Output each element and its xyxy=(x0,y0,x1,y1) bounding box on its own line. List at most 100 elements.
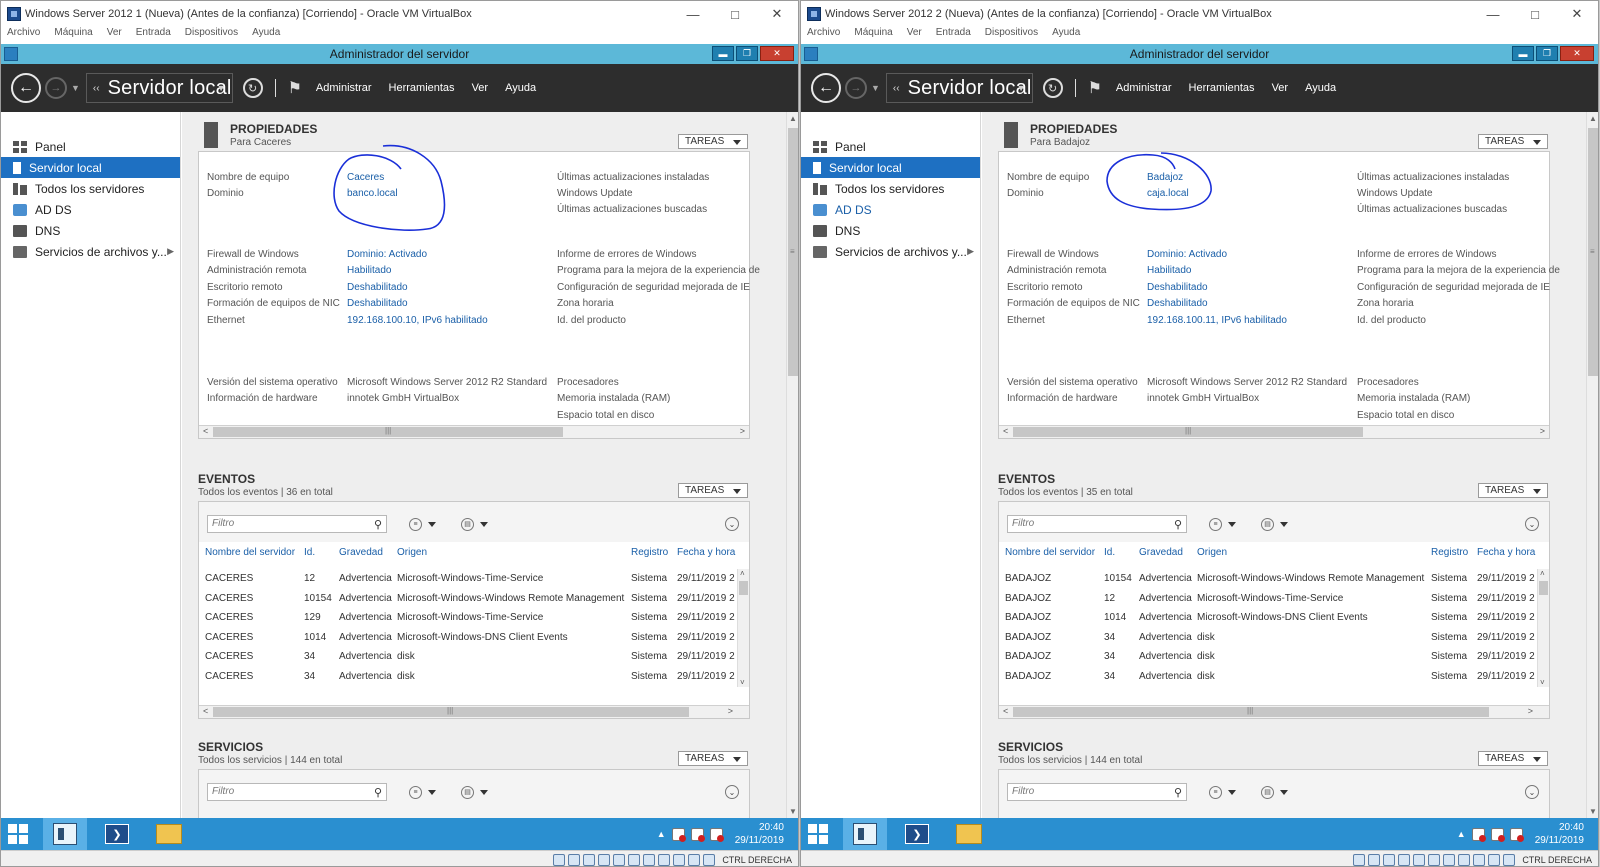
usb-icon[interactable] xyxy=(1413,853,1426,866)
expand-icon[interactable]: ⌄ xyxy=(725,517,739,531)
scroll-right-icon[interactable]: > xyxy=(740,426,745,436)
sidebar-item-todos-servidores[interactable]: Todos los servidores xyxy=(1,178,180,199)
menu-ayuda[interactable]: Ayuda xyxy=(252,27,280,44)
maximize-icon[interactable]: □ xyxy=(714,1,756,27)
table-row[interactable]: BADAJOZ 10154 Advertencia Microsoft-Windows… xyxy=(999,573,1549,593)
expand-icon[interactable]: ⌄ xyxy=(1525,517,1539,531)
search-icon[interactable]: ⚲ xyxy=(374,785,382,801)
scroll-right-icon[interactable]: > xyxy=(1540,426,1545,436)
events-vscrollbar[interactable]: ˄ ˅ xyxy=(737,569,749,687)
save-query-button[interactable]: ▤ xyxy=(461,784,491,800)
scroll-thumb[interactable] xyxy=(739,581,748,595)
forward-icon[interactable]: → xyxy=(845,77,867,99)
action-center-icon[interactable] xyxy=(690,827,705,842)
scroll-left-icon[interactable]: < xyxy=(203,706,208,716)
col-servidor[interactable]: Nombre del servidor xyxy=(1005,547,1095,558)
events-vscrollbar[interactable]: ˄ ˅ xyxy=(1537,569,1549,687)
search-icon[interactable]: ⚲ xyxy=(1174,517,1182,533)
hdd-icon[interactable] xyxy=(553,853,566,866)
table-row[interactable]: CACERES 1014 Advertencia Microsoft-Windows-… xyxy=(199,632,749,652)
list-options-button[interactable]: ≡ xyxy=(409,784,439,800)
action-center-icon[interactable] xyxy=(1490,827,1505,842)
sidebar-item-ad-ds[interactable]: AD DS xyxy=(1,199,180,220)
notifications-flag-icon[interactable]: ⚑ xyxy=(1088,78,1102,98)
save-query-button[interactable]: ▤ xyxy=(1261,516,1291,532)
cpu-icon[interactable] xyxy=(673,853,686,866)
value-ethernet[interactable]: 192.168.100.10, IPv6 habilitado xyxy=(347,315,488,326)
sm-restore-icon[interactable]: ❐ xyxy=(736,46,758,61)
menu-ayuda-sm[interactable]: Ayuda xyxy=(1305,82,1336,94)
shared-folders-icon[interactable] xyxy=(628,853,641,866)
sidebar-item-servicios-archivos[interactable]: Servicios de archivos y... ▶ xyxy=(801,241,980,262)
usb-icon[interactable] xyxy=(613,853,626,866)
show-hidden-icons-icon[interactable]: ▲ xyxy=(657,829,666,839)
chevron-right-icon[interactable]: ▶ xyxy=(967,246,974,257)
menu-ver[interactable]: Ver xyxy=(907,27,922,44)
sidebar-item-panel[interactable]: Panel xyxy=(801,136,980,157)
expand-icon[interactable]: ⌄ xyxy=(1525,785,1539,799)
network-icon[interactable] xyxy=(671,827,686,842)
sidebar-item-servidor-local[interactable]: Servidor local xyxy=(801,157,980,178)
table-row[interactable]: CACERES 129 Advertencia Microsoft-Windows-T… xyxy=(199,612,749,632)
close-icon[interactable]: ✕ xyxy=(756,1,798,27)
refresh-icon[interactable]: ↻ xyxy=(1042,78,1063,98)
col-registro[interactable]: Registro xyxy=(1431,547,1468,558)
clock[interactable]: 20:40 29/11/2019 xyxy=(735,821,784,847)
taskbar-powershell[interactable]: ❯ xyxy=(95,818,139,850)
properties-hscrollbar[interactable]: < ||| > xyxy=(999,425,1549,438)
value-admin-remota[interactable]: Habilitado xyxy=(1147,265,1191,276)
menu-ver-sm[interactable]: Ver xyxy=(1272,82,1289,94)
main-vscrollbar[interactable]: ▲ ≡ ▼ xyxy=(1586,112,1598,818)
col-registro[interactable]: Registro xyxy=(631,547,668,558)
scroll-down-icon[interactable]: ˅ xyxy=(1540,678,1545,687)
scroll-up-icon[interactable]: ▲ xyxy=(1589,114,1597,123)
events-tareas-button[interactable]: TAREAS xyxy=(1478,483,1548,498)
video-capture-icon[interactable] xyxy=(1458,853,1471,866)
menu-archivo[interactable]: Archivo xyxy=(807,27,840,44)
value-escritorio-remoto[interactable]: Deshabilitado xyxy=(347,282,408,293)
sm-minimize-icon[interactable]: ▬ xyxy=(1512,46,1534,61)
audio-icon[interactable] xyxy=(583,853,596,866)
taskbar-server-manager[interactable] xyxy=(843,818,887,850)
scroll-left-icon[interactable]: < xyxy=(203,426,208,436)
sidebar-item-panel[interactable]: Panel xyxy=(1,136,180,157)
sidebar-item-dns[interactable]: DNS xyxy=(801,220,980,241)
scroll-right-icon[interactable]: > xyxy=(728,706,733,716)
scroll-down-icon[interactable]: ˅ xyxy=(740,678,745,687)
value-dominio[interactable]: banco.local xyxy=(347,188,398,199)
events-tareas-button[interactable]: TAREAS xyxy=(678,483,748,498)
back-icon[interactable]: ← xyxy=(11,73,41,103)
events-hscrollbar[interactable]: < ||| > xyxy=(999,705,1549,718)
network-adapter-icon[interactable] xyxy=(598,853,611,866)
display-icon[interactable] xyxy=(643,853,656,866)
list-options-button[interactable]: ≡ xyxy=(409,516,439,532)
list-options-button[interactable]: ≡ xyxy=(1209,516,1239,532)
audio-icon[interactable] xyxy=(1383,853,1396,866)
expand-icon[interactable]: ⌄ xyxy=(725,785,739,799)
services-tareas-button[interactable]: TAREAS xyxy=(1478,751,1548,766)
notifications-flag-icon[interactable]: ⚑ xyxy=(288,78,302,98)
clock[interactable]: 20:40 29/11/2019 xyxy=(1535,821,1584,847)
properties-hscrollbar[interactable]: < ||| > xyxy=(199,425,749,438)
back-icon[interactable]: ← xyxy=(811,73,841,103)
value-nombre-equipo[interactable]: Caceres xyxy=(347,172,384,183)
minimize-icon[interactable]: — xyxy=(672,1,714,27)
cpu-icon[interactable] xyxy=(1473,853,1486,866)
volume-icon[interactable] xyxy=(709,827,724,842)
events-hscrollbar[interactable]: < ||| > xyxy=(199,705,749,718)
taskbar-server-manager[interactable] xyxy=(43,818,87,850)
value-firewall[interactable]: Dominio: Activado xyxy=(1147,249,1227,260)
shared-folders-icon[interactable] xyxy=(1428,853,1441,866)
sidebar-item-servidor-local[interactable]: Servidor local xyxy=(1,157,180,178)
scroll-right-icon[interactable]: > xyxy=(1528,706,1533,716)
sidebar-item-ad-ds[interactable]: AD DS xyxy=(801,199,980,220)
search-icon[interactable]: ⚲ xyxy=(1174,785,1182,801)
taskbar-explorer[interactable] xyxy=(947,818,991,850)
network-adapter-icon[interactable] xyxy=(1398,853,1411,866)
col-origen[interactable]: Origen xyxy=(1197,547,1227,558)
menu-ver-sm[interactable]: Ver xyxy=(472,82,489,94)
table-row[interactable]: BADAJOZ 34 Advertencia disk Sistema 29/11/201… xyxy=(999,632,1549,652)
menu-ver[interactable]: Ver xyxy=(107,27,122,44)
sm-close-icon[interactable]: ✕ xyxy=(760,46,794,61)
col-fecha[interactable]: Fecha y hora xyxy=(677,547,735,558)
